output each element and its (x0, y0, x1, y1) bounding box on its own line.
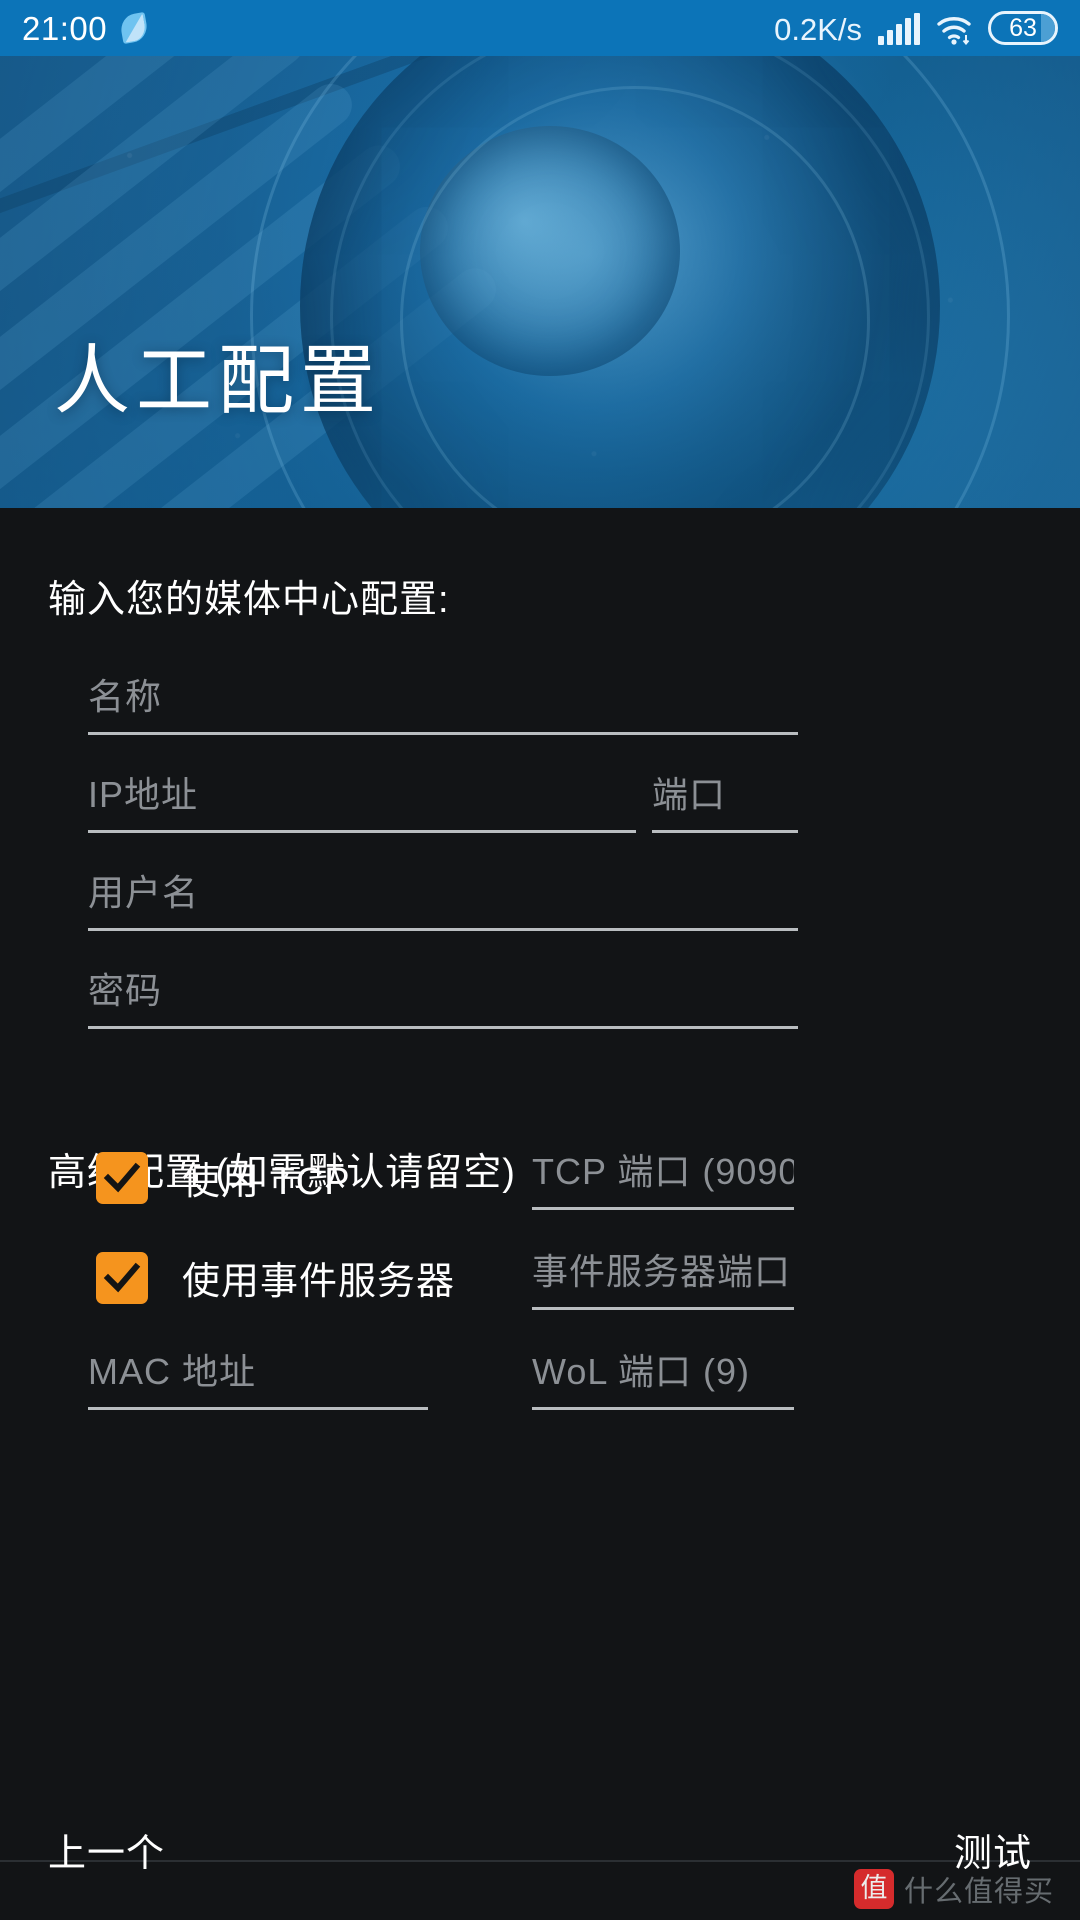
ip-address-field-underline (88, 830, 636, 833)
port-field-underline (652, 830, 798, 833)
previous-button[interactable]: 上一个 (48, 1822, 165, 1877)
mac-address-field-underline (88, 1407, 428, 1410)
tcp-port-field[interactable]: TCP 端口 (9090) (532, 1143, 794, 1210)
hero-background-image (0, 56, 1080, 508)
mac-address-field[interactable]: MAC 地址 (88, 1343, 428, 1410)
password-field-underline (88, 1026, 798, 1029)
wol-port-field[interactable]: WoL 端口 (9) (532, 1343, 794, 1410)
event-server-port-field-placeholder: 事件服务器端口 ( (532, 1251, 794, 1292)
wol-port-field-placeholder: WoL 端口 (9) (532, 1351, 751, 1392)
use-event-server-checkbox[interactable] (96, 1251, 148, 1304)
leaf-icon (118, 11, 150, 45)
status-clock: 21:00 (22, 9, 108, 47)
smzdm-logo-icon: 值 (853, 1869, 894, 1909)
port-field-placeholder: 端口 (652, 774, 727, 815)
name-field[interactable]: 名称 (88, 668, 798, 735)
tcp-port-field-placeholder: TCP 端口 (9090) (532, 1151, 794, 1192)
battery-icon: 63 (988, 11, 1058, 45)
hero-header: 人工配置 (0, 56, 1080, 508)
tcp-port-field-underline (532, 1207, 794, 1210)
ip-address-field-placeholder: IP地址 (88, 774, 199, 815)
event-server-port-field[interactable]: 事件服务器端口 ( (532, 1243, 794, 1310)
status-bar-right: 0.2K/s 63 (774, 11, 1058, 47)
use-tcp-checkbox[interactable] (96, 1151, 148, 1204)
port-field[interactable]: 端口 (652, 766, 798, 833)
name-field-placeholder: 名称 (88, 676, 163, 717)
page-title: 人工配置 (54, 339, 382, 424)
username-field-underline (88, 928, 798, 931)
use-event-server-row[interactable]: 使用事件服务器 (96, 1250, 455, 1305)
name-field-underline (88, 732, 798, 735)
network-speed-label: 0.2K/s (774, 12, 862, 47)
password-field-placeholder: 密码 (88, 970, 163, 1011)
use-tcp-row[interactable]: 使用 TCP (96, 1150, 351, 1205)
use-tcp-label: 使用 TCP (182, 1161, 351, 1203)
watermark-label: 什么值得买 (903, 1876, 1054, 1908)
status-bar-left: 21:00 (22, 9, 150, 47)
event-server-port-field-underline (532, 1307, 794, 1310)
username-field[interactable]: 用户名 (88, 864, 798, 931)
status-bar: 21:00 0.2K/s 63 (0, 0, 1080, 56)
footer-bar: 上一个 测试 值 什么值得买 (0, 1833, 1080, 1920)
use-event-server-label: 使用事件服务器 (182, 1261, 456, 1303)
form-section-label: 输入您的媒体中心配置: (48, 579, 450, 621)
wol-port-field-underline (532, 1407, 794, 1410)
password-field[interactable]: 密码 (88, 962, 798, 1029)
wifi-icon (936, 15, 972, 46)
username-field-placeholder: 用户名 (88, 872, 200, 913)
mac-address-field-placeholder: MAC 地址 (88, 1351, 257, 1392)
battery-level-label: 63 (1009, 13, 1037, 42)
cellular-signal-icon (878, 13, 920, 45)
watermark: 值 什么值得买 (853, 1868, 1054, 1910)
ip-address-field[interactable]: IP地址 (88, 766, 636, 833)
